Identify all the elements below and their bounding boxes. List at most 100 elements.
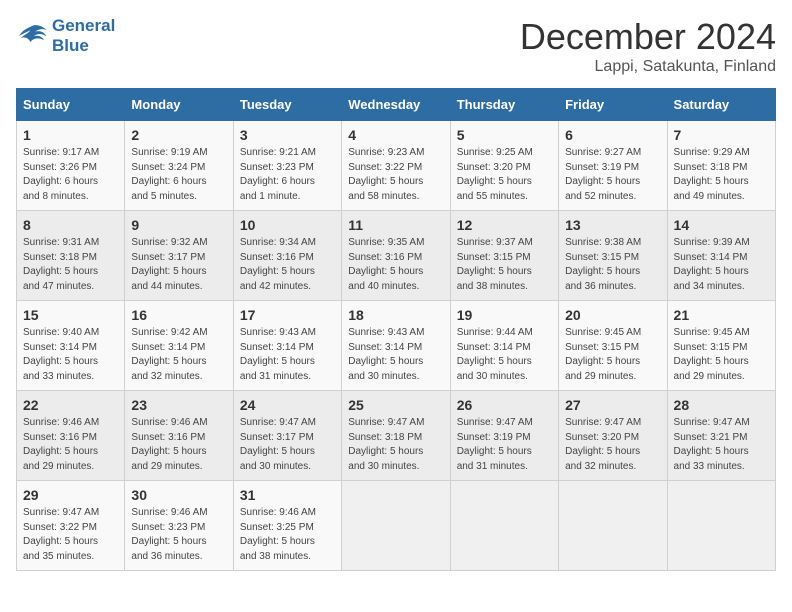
day-detail: Sunrise: 9:46 AM Sunset: 3:16 PM Dayligh… (23, 416, 118, 474)
col-sunday: Sunday (17, 89, 125, 121)
week-row-1: 1 Sunrise: 9:17 AM Sunset: 3:26 PM Daylig… (17, 121, 776, 211)
table-row: 29Sunrise: 9:47 AM Sunset: 3:22 PM Dayli… (17, 481, 125, 571)
day-number: 17 (240, 307, 335, 323)
table-row: 7 Sunrise: 9:29 AM Sunset: 3:18 PM Daylig… (667, 121, 775, 211)
day-detail: Sunrise: 9:42 AM Sunset: 3:14 PM Dayligh… (131, 326, 226, 384)
day-number: 23 (131, 397, 226, 413)
table-row: 8 Sunrise: 9:31 AM Sunset: 3:18 PM Daylig… (17, 211, 125, 301)
day-detail: Sunrise: 9:45 AM Sunset: 3:15 PM Dayligh… (565, 326, 660, 384)
table-row: 17Sunrise: 9:43 AM Sunset: 3:14 PM Dayli… (233, 301, 341, 391)
header-row: Sunday Monday Tuesday Wednesday Thursday… (17, 89, 776, 121)
day-detail: Sunrise: 9:25 AM Sunset: 3:20 PM Dayligh… (457, 146, 552, 204)
day-number: 26 (457, 397, 552, 413)
day-number: 2 (131, 127, 226, 143)
day-detail: Sunrise: 9:47 AM Sunset: 3:18 PM Dayligh… (348, 416, 443, 474)
week-row-5: 29Sunrise: 9:47 AM Sunset: 3:22 PM Dayli… (17, 481, 776, 571)
day-detail: Sunrise: 9:45 AM Sunset: 3:15 PM Dayligh… (674, 326, 769, 384)
logo-text: General Blue (52, 16, 115, 57)
table-row: 19 Sunrise: 9:44 AM Sunset: 3:14 PM Dayli… (450, 301, 558, 391)
day-number: 9 (131, 217, 226, 233)
calendar-table: Sunday Monday Tuesday Wednesday Thursday… (16, 88, 776, 571)
logo-icon (16, 22, 48, 50)
table-row (667, 481, 775, 571)
calendar-title: December 2024 (520, 16, 776, 58)
table-row: 20Sunrise: 9:45 AM Sunset: 3:15 PM Dayli… (559, 301, 667, 391)
day-detail: Sunrise: 9:29 AM Sunset: 3:18 PM Dayligh… (674, 146, 769, 204)
logo: General Blue (16, 16, 115, 57)
day-number: 4 (348, 127, 443, 143)
day-number: 31 (240, 487, 335, 503)
table-row: 12Sunrise: 9:37 AM Sunset: 3:15 PM Dayli… (450, 211, 558, 301)
table-row: 27Sunrise: 9:47 AM Sunset: 3:20 PM Dayli… (559, 391, 667, 481)
table-row: 16 Sunrise: 9:42 AM Sunset: 3:14 PM Dayli… (125, 301, 233, 391)
week-row-4: 22 Sunrise: 9:46 AM Sunset: 3:16 PM Dayli… (17, 391, 776, 481)
day-number: 7 (674, 127, 769, 143)
table-row: 31 Sunrise: 9:46 AM Sunset: 3:25 PM Dayli… (233, 481, 341, 571)
table-row: 21Sunrise: 9:45 AM Sunset: 3:15 PM Dayli… (667, 301, 775, 391)
day-number: 30 (131, 487, 226, 503)
day-detail: Sunrise: 9:32 AM Sunset: 3:17 PM Dayligh… (131, 236, 226, 294)
day-detail: Sunrise: 9:44 AM Sunset: 3:14 PM Dayligh… (457, 326, 552, 384)
day-number: 1 (23, 127, 118, 143)
day-detail: Sunrise: 9:40 AM Sunset: 3:14 PM Dayligh… (23, 326, 118, 384)
day-number: 22 (23, 397, 118, 413)
table-row: 3Sunrise: 9:21 AM Sunset: 3:23 PM Daylig… (233, 121, 341, 211)
title-area: December 2024 Lappi, Satakunta, Finland (520, 16, 776, 76)
table-row: 2Sunrise: 9:19 AM Sunset: 3:24 PM Daylig… (125, 121, 233, 211)
table-row: 18Sunrise: 9:43 AM Sunset: 3:14 PM Dayli… (342, 301, 450, 391)
day-detail: Sunrise: 9:46 AM Sunset: 3:16 PM Dayligh… (131, 416, 226, 474)
day-detail: Sunrise: 9:31 AM Sunset: 3:18 PM Dayligh… (23, 236, 118, 294)
week-row-2: 8 Sunrise: 9:31 AM Sunset: 3:18 PM Daylig… (17, 211, 776, 301)
day-number: 28 (674, 397, 769, 413)
table-row (450, 481, 558, 571)
col-wednesday: Wednesday (342, 89, 450, 121)
day-detail: Sunrise: 9:47 AM Sunset: 3:19 PM Dayligh… (457, 416, 552, 474)
table-row: 26 Sunrise: 9:47 AM Sunset: 3:19 PM Dayli… (450, 391, 558, 481)
day-number: 10 (240, 217, 335, 233)
table-row: 28 Sunrise: 9:47 AM Sunset: 3:21 PM Dayli… (667, 391, 775, 481)
day-detail: Sunrise: 9:47 AM Sunset: 3:21 PM Dayligh… (674, 416, 769, 474)
day-detail: Sunrise: 9:38 AM Sunset: 3:15 PM Dayligh… (565, 236, 660, 294)
table-row: 10 Sunrise: 9:34 AM Sunset: 3:16 PM Dayli… (233, 211, 341, 301)
table-row: 25 Sunrise: 9:47 AM Sunset: 3:18 PM Dayli… (342, 391, 450, 481)
day-number: 19 (457, 307, 552, 323)
day-detail: Sunrise: 9:35 AM Sunset: 3:16 PM Dayligh… (348, 236, 443, 294)
table-row: 4 Sunrise: 9:23 AM Sunset: 3:22 PM Daylig… (342, 121, 450, 211)
col-tuesday: Tuesday (233, 89, 341, 121)
col-thursday: Thursday (450, 89, 558, 121)
table-row: 14Sunrise: 9:39 AM Sunset: 3:14 PM Dayli… (667, 211, 775, 301)
table-row: 24Sunrise: 9:47 AM Sunset: 3:17 PM Dayli… (233, 391, 341, 481)
day-detail: Sunrise: 9:46 AM Sunset: 3:23 PM Dayligh… (131, 506, 226, 564)
table-row: 23 Sunrise: 9:46 AM Sunset: 3:16 PM Dayli… (125, 391, 233, 481)
table-row: 6Sunrise: 9:27 AM Sunset: 3:19 PM Daylig… (559, 121, 667, 211)
col-friday: Friday (559, 89, 667, 121)
day-detail: Sunrise: 9:47 AM Sunset: 3:20 PM Dayligh… (565, 416, 660, 474)
table-row: 11 Sunrise: 9:35 AM Sunset: 3:16 PM Dayli… (342, 211, 450, 301)
day-detail: Sunrise: 9:37 AM Sunset: 3:15 PM Dayligh… (457, 236, 552, 294)
table-row: 5 Sunrise: 9:25 AM Sunset: 3:20 PM Daylig… (450, 121, 558, 211)
day-detail: Sunrise: 9:23 AM Sunset: 3:22 PM Dayligh… (348, 146, 443, 204)
day-detail: Sunrise: 9:47 AM Sunset: 3:22 PM Dayligh… (23, 506, 118, 564)
table-row: 30 Sunrise: 9:46 AM Sunset: 3:23 PM Dayli… (125, 481, 233, 571)
col-monday: Monday (125, 89, 233, 121)
table-row: 1 Sunrise: 9:17 AM Sunset: 3:26 PM Daylig… (17, 121, 125, 211)
day-number: 15 (23, 307, 118, 323)
day-number: 16 (131, 307, 226, 323)
col-saturday: Saturday (667, 89, 775, 121)
table-row: 13Sunrise: 9:38 AM Sunset: 3:15 PM Dayli… (559, 211, 667, 301)
day-detail: Sunrise: 9:17 AM Sunset: 3:26 PM Dayligh… (23, 146, 118, 204)
table-row: 22 Sunrise: 9:46 AM Sunset: 3:16 PM Dayli… (17, 391, 125, 481)
day-number: 25 (348, 397, 443, 413)
day-number: 14 (674, 217, 769, 233)
day-detail: Sunrise: 9:46 AM Sunset: 3:25 PM Dayligh… (240, 506, 335, 564)
day-number: 18 (348, 307, 443, 323)
day-detail: Sunrise: 9:21 AM Sunset: 3:23 PM Dayligh… (240, 146, 335, 204)
table-row: 15 Sunrise: 9:40 AM Sunset: 3:14 PM Dayli… (17, 301, 125, 391)
day-number: 24 (240, 397, 335, 413)
day-number: 8 (23, 217, 118, 233)
day-detail: Sunrise: 9:34 AM Sunset: 3:16 PM Dayligh… (240, 236, 335, 294)
day-detail: Sunrise: 9:27 AM Sunset: 3:19 PM Dayligh… (565, 146, 660, 204)
table-row (342, 481, 450, 571)
day-number: 5 (457, 127, 552, 143)
day-number: 11 (348, 217, 443, 233)
